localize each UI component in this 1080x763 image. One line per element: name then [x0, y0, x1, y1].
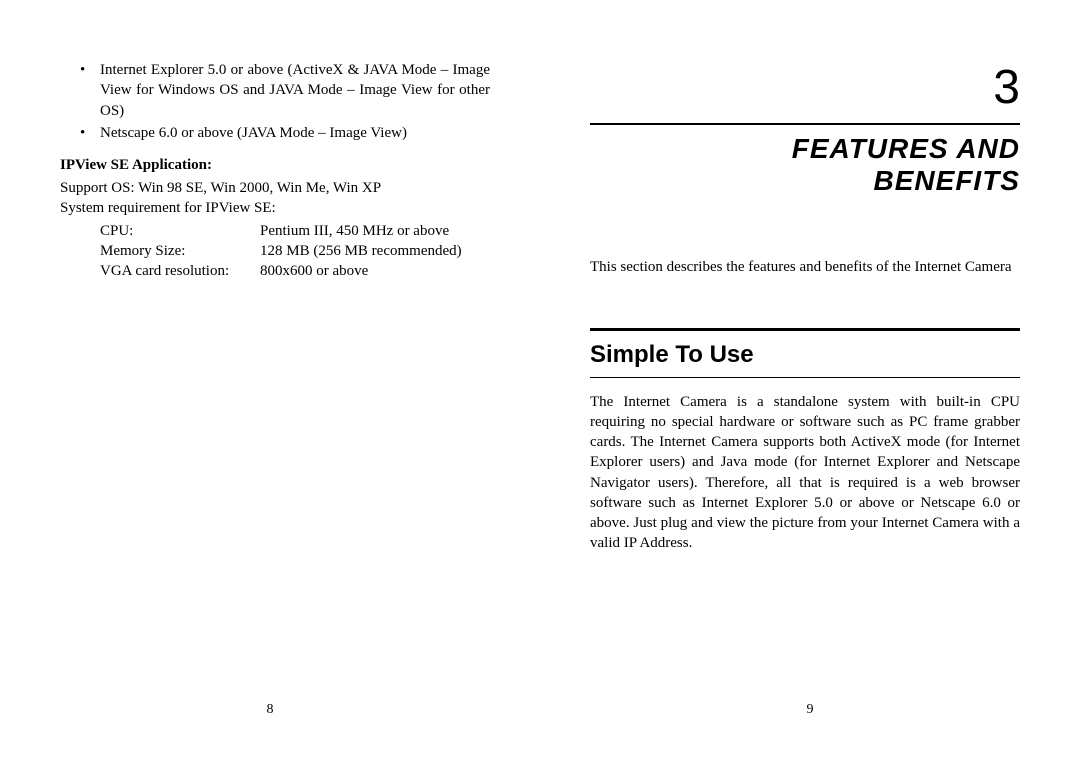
- page-number: 9: [540, 702, 1080, 718]
- chapter-title-line: BENEFITS: [874, 165, 1020, 196]
- right-page: 3 FEATURES AND BENEFITS This section des…: [540, 0, 1080, 763]
- spec-table: CPU: Pentium III, 450 MHz or above Memor…: [100, 221, 490, 282]
- page-number: 8: [0, 702, 540, 718]
- browser-requirements-list: Internet Explorer 5.0 or above (ActiveX …: [60, 60, 490, 143]
- chapter-number: 3: [590, 60, 1020, 115]
- spec-row: VGA card resolution: 800x600 or above: [100, 261, 490, 281]
- section-title: Simple To Use: [590, 341, 1020, 369]
- ipview-heading: IPView SE Application:: [60, 157, 490, 174]
- support-os-text: Support OS: Win 98 SE, Win 2000, Win Me,…: [60, 178, 490, 198]
- chapter-title: FEATURES AND BENEFITS: [590, 133, 1020, 197]
- chapter-title-line: FEATURES AND: [792, 133, 1020, 164]
- list-item: Internet Explorer 5.0 or above (ActiveX …: [100, 60, 490, 121]
- spec-value: 128 MB (256 MB recommended): [260, 241, 490, 261]
- spec-row: CPU: Pentium III, 450 MHz or above: [100, 221, 490, 241]
- section-body: The Internet Camera is a standalone syst…: [590, 392, 1020, 554]
- spec-label: Memory Size:: [100, 241, 260, 261]
- spec-value: 800x600 or above: [260, 261, 490, 281]
- list-item: Netscape 6.0 or above (JAVA Mode – Image…: [100, 123, 490, 143]
- section-divider-thin: [590, 377, 1020, 378]
- chapter-divider: [590, 123, 1020, 125]
- spec-label: CPU:: [100, 221, 260, 241]
- spec-label: VGA card resolution:: [100, 261, 260, 281]
- section-divider-thick: [590, 328, 1020, 331]
- sysreq-intro-text: System requirement for IPView SE:: [60, 198, 490, 218]
- spec-value: Pentium III, 450 MHz or above: [260, 221, 490, 241]
- chapter-intro: This section describes the features and …: [590, 257, 1020, 277]
- spec-row: Memory Size: 128 MB (256 MB recommended): [100, 241, 490, 261]
- left-page: Internet Explorer 5.0 or above (ActiveX …: [0, 0, 540, 763]
